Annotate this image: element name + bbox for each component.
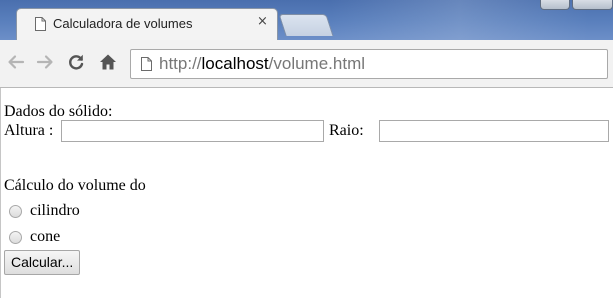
radio-option-cone[interactable]: cone <box>9 228 60 246</box>
back-button[interactable] <box>2 48 30 76</box>
url-path: /volume.html <box>268 54 366 73</box>
page-icon <box>35 17 46 31</box>
radio-label-cilindro: cilindro <box>30 202 80 219</box>
raio-input[interactable] <box>379 120 609 142</box>
page-icon <box>141 57 152 71</box>
browser-toolbar: http://localhost/volume.html <box>0 40 613 88</box>
reload-icon <box>69 54 84 70</box>
tab-strip: Calculadora de volumes × <box>0 0 613 40</box>
tab-active[interactable]: Calculadora de volumes × <box>16 8 278 40</box>
radio-cone[interactable] <box>9 230 22 244</box>
raio-label: Raio: <box>329 122 364 139</box>
new-tab-button[interactable] <box>278 14 334 36</box>
calcular-button[interactable]: Calcular... <box>4 250 81 275</box>
forward-arrow-icon <box>36 55 53 69</box>
altura-label: Altura : <box>4 122 54 139</box>
forward-button[interactable] <box>31 48 59 76</box>
radio-option-cilindro[interactable]: cilindro <box>9 202 80 220</box>
url-host: localhost <box>201 54 269 73</box>
maximize-button[interactable] <box>572 0 613 10</box>
url-scheme: http:// <box>159 54 202 73</box>
solid-data-heading: Dados do sólido: <box>4 103 113 120</box>
browser-window: Calculadora de volumes × http://localhos… <box>0 0 613 298</box>
altura-input[interactable] <box>61 120 324 142</box>
url-text: http://localhost/volume.html <box>159 54 365 74</box>
tab-close-icon[interactable]: × <box>257 14 268 29</box>
address-bar[interactable]: http://localhost/volume.html <box>130 49 608 79</box>
home-button[interactable] <box>94 48 122 76</box>
reload-button[interactable] <box>62 48 90 76</box>
minimize-button[interactable] <box>540 0 570 10</box>
back-arrow-icon <box>8 55 25 69</box>
radio-cilindro[interactable] <box>9 204 22 218</box>
volume-heading: Cálculo do volume do <box>4 177 146 194</box>
tab-title: Calculadora de volumes <box>53 16 193 31</box>
page-content: Dados do sólido: Altura : Raio: Cálculo … <box>0 88 613 298</box>
radio-label-cone: cone <box>30 228 61 245</box>
home-icon <box>100 54 116 70</box>
